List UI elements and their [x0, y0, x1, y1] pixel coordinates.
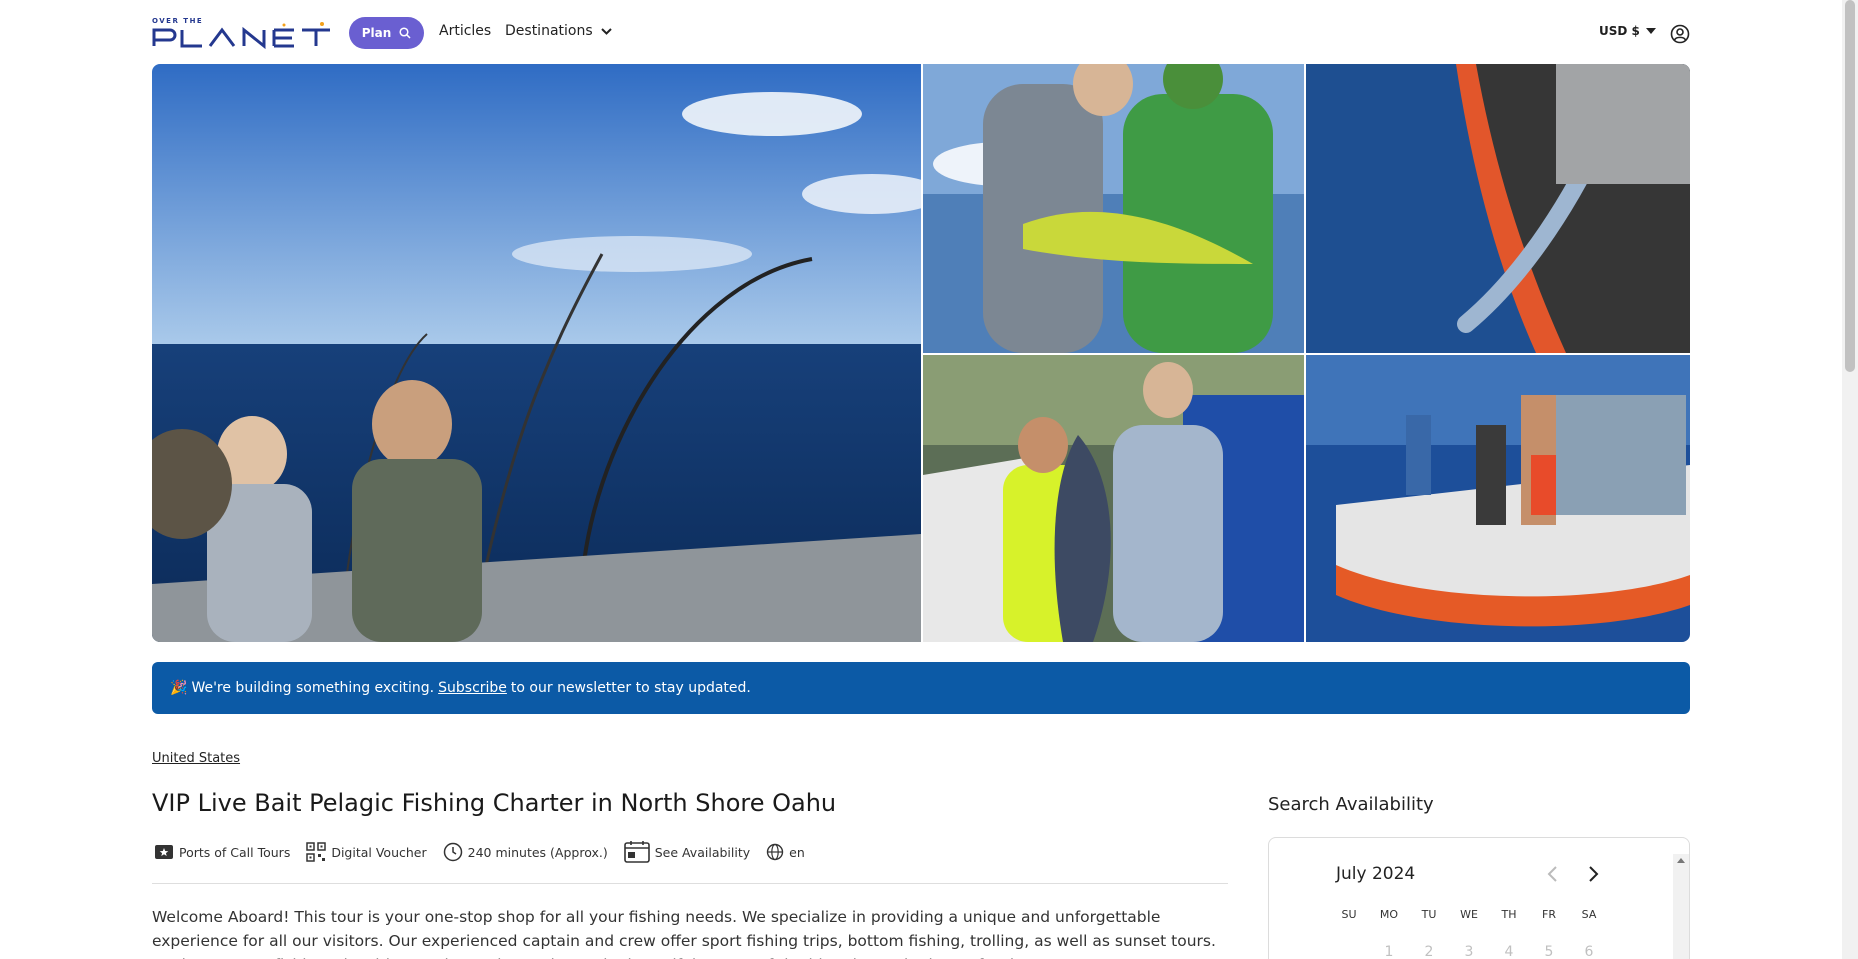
weekday-label: TU: [1421, 908, 1437, 921]
calendar-day: 6: [1584, 944, 1594, 959]
gallery-photo-4[interactable]: [923, 355, 1304, 642]
site-logo[interactable]: OVER THE: [152, 16, 335, 50]
meta-category-label: Ports of Call Tours: [179, 844, 291, 860]
calendar-day: 4: [1504, 944, 1514, 959]
tuna-catch-photo: [923, 355, 1304, 642]
meta-duration: 240 minutes (Approx.): [443, 842, 608, 862]
party-popper-icon: 🎉: [170, 680, 188, 696]
ticket-star-icon: [155, 845, 173, 859]
gallery-photo-5[interactable]: [1306, 355, 1690, 642]
banner-text-prefix: We're building something exciting.: [191, 680, 435, 696]
calendar-month-label: July 2024: [1336, 864, 1416, 884]
weekday-label: SA: [1581, 908, 1597, 921]
wahoo-boat-photo: [1306, 64, 1690, 353]
section-divider: [152, 883, 1228, 884]
clock-icon: [443, 842, 462, 862]
chevron-right-icon[interactable]: [1585, 864, 1601, 884]
meta-voucher-label: Digital Voucher: [331, 844, 427, 860]
page-title: VIP Live Bait Pelagic Fishing Charter in…: [152, 789, 837, 817]
calendar-scrollbar[interactable]: [1673, 854, 1689, 959]
logo-wordmark-icon: [152, 22, 330, 50]
globe-icon: [766, 843, 784, 861]
nav-articles-link[interactable]: Articles: [439, 23, 491, 39]
currency-selector[interactable]: USD $: [1599, 24, 1656, 38]
gallery-photo-main[interactable]: [152, 64, 921, 642]
calendar-day: 2: [1424, 944, 1434, 959]
scrollbar-thumb[interactable]: [1845, 0, 1855, 372]
tour-description: Welcome Aboard! This tour is your one-st…: [152, 908, 1216, 959]
newsletter-banner: 🎉 We're building something exciting. Sub…: [152, 662, 1690, 714]
breadcrumb-country-link[interactable]: United States: [152, 751, 240, 766]
availability-heading: Search Availability: [1268, 794, 1434, 815]
user-account-icon[interactable]: [1670, 24, 1690, 44]
availability-calendar: July 2024 SU MO TU WE TH FR SA 1 2 3 4 5…: [1268, 837, 1690, 959]
nav-destinations-dropdown[interactable]: Destinations: [505, 23, 612, 39]
photo-gallery: [152, 64, 1690, 642]
calendar-icon: [623, 841, 650, 863]
weekday-label: SU: [1341, 908, 1357, 921]
weekday-label: MO: [1379, 908, 1399, 921]
fishing-boat-photo: [152, 64, 921, 642]
currency-label: USD $: [1599, 24, 1640, 38]
weekday-label: TH: [1501, 908, 1517, 921]
meta-language-label: en: [789, 844, 805, 860]
banner-text-suffix: to our newsletter to stay updated.: [510, 680, 751, 696]
meta-availability[interactable]: See Availability: [623, 840, 751, 864]
meta-duration-label: 240 minutes (Approx.): [467, 844, 608, 860]
crew-on-boat-photo: [1306, 355, 1690, 642]
caret-down-icon: [1645, 28, 1656, 34]
gallery-photo-2[interactable]: [923, 64, 1304, 353]
plan-label: Plan: [361, 26, 392, 40]
chevron-down-icon: [600, 27, 612, 35]
weekday-label: WE: [1460, 908, 1478, 921]
scroll-up-arrow-icon[interactable]: [1677, 858, 1685, 863]
calendar-day: 5: [1544, 944, 1554, 959]
tour-meta-row: Ports of Call Tours Digital Voucher 240 …: [154, 840, 821, 864]
mahi-mahi-catch-photo: [923, 64, 1304, 353]
page-scrollbar[interactable]: [1842, 0, 1858, 959]
calendar-day: 1: [1384, 944, 1394, 959]
gallery-photo-3[interactable]: [1306, 64, 1690, 353]
weekday-label: FR: [1542, 908, 1556, 921]
chevron-left-icon[interactable]: [1545, 864, 1561, 884]
subscribe-link[interactable]: Subscribe: [438, 680, 507, 696]
site-header: OVER THE Plan Articles Destinations USD …: [0, 0, 1842, 64]
search-icon: [399, 27, 411, 39]
nav-destinations-label: Destinations: [505, 23, 593, 39]
plan-button[interactable]: Plan: [349, 17, 424, 49]
meta-language: en: [766, 843, 805, 861]
meta-voucher: Digital Voucher: [306, 842, 427, 862]
meta-availability-label: See Availability: [654, 844, 751, 860]
meta-category: Ports of Call Tours: [154, 843, 290, 861]
calendar-day: 3: [1464, 944, 1474, 959]
qr-code-icon: [306, 842, 327, 862]
